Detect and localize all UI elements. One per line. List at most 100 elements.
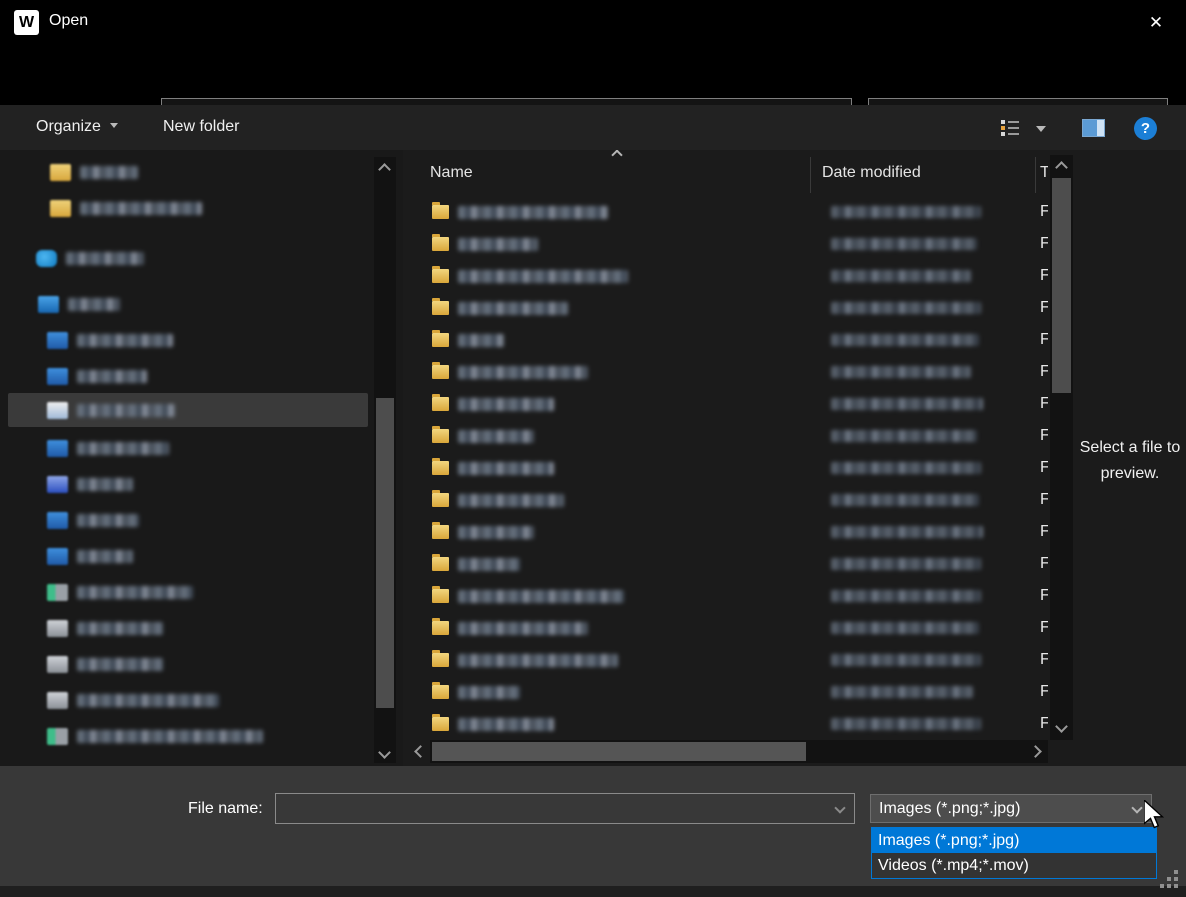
sidebar-item-label-redacted bbox=[77, 404, 175, 417]
sidebar-item[interactable] bbox=[8, 244, 368, 272]
file-row[interactable]: F bbox=[410, 196, 1048, 228]
file-name-combobox[interactable] bbox=[275, 793, 855, 824]
file-name-input[interactable] bbox=[280, 796, 825, 821]
file-type-cell: F bbox=[1040, 363, 1048, 381]
blue-icon bbox=[47, 368, 68, 385]
sidebar-item[interactable] bbox=[8, 614, 368, 642]
file-type-cell: F bbox=[1040, 395, 1048, 413]
scroll-left-icon[interactable] bbox=[414, 745, 427, 758]
file-type-select[interactable]: Images (*.png;*.jpg) bbox=[870, 794, 1152, 823]
sidebar-item[interactable] bbox=[8, 434, 368, 462]
file-row[interactable]: F bbox=[410, 708, 1048, 740]
menu-item-videos[interactable]: Videos (*.mp4;*.mov) bbox=[872, 853, 1156, 878]
file-name-dropdown-chevron-icon[interactable] bbox=[834, 802, 845, 813]
view-options-chevron-icon[interactable] bbox=[1036, 126, 1046, 132]
folder-icon bbox=[50, 164, 71, 181]
dialog-content: Name Date modified Ty FFFFFFFFFFFFFFFFF … bbox=[0, 150, 1186, 766]
sidebar-item-label-redacted bbox=[68, 298, 120, 311]
sidebar-item[interactable] bbox=[8, 158, 368, 186]
date-modified-redacted bbox=[831, 238, 977, 250]
sidebar-item[interactable] bbox=[8, 194, 368, 222]
sidebar-item[interactable] bbox=[8, 290, 368, 318]
column-name[interactable]: Name bbox=[430, 164, 473, 182]
blue-icon bbox=[47, 332, 68, 349]
date-modified-redacted bbox=[831, 494, 979, 506]
file-row[interactable]: F bbox=[410, 644, 1048, 676]
list-scrollbar-thumb[interactable] bbox=[1052, 178, 1071, 393]
file-row[interactable]: F bbox=[410, 548, 1048, 580]
sidebar-item-label-redacted bbox=[77, 550, 133, 563]
date-modified-redacted bbox=[831, 206, 981, 218]
help-icon[interactable]: ? bbox=[1134, 117, 1157, 140]
file-row[interactable]: F bbox=[410, 324, 1048, 356]
file-row[interactable]: F bbox=[410, 388, 1048, 420]
column-type[interactable]: Ty bbox=[1040, 164, 1048, 182]
sidebar-item[interactable] bbox=[8, 722, 368, 750]
new-folder-button[interactable]: New folder bbox=[163, 118, 239, 136]
sidebar-item[interactable] bbox=[8, 362, 368, 390]
folder-icon bbox=[432, 621, 449, 635]
sidebar-item-label-redacted bbox=[77, 478, 133, 491]
sidebar-item-label-redacted bbox=[77, 622, 163, 635]
file-type-cell: F bbox=[1040, 619, 1048, 637]
horizontal-scrollbar-thumb[interactable] bbox=[432, 742, 806, 761]
file-row[interactable]: F bbox=[410, 292, 1048, 324]
file-row[interactable]: F bbox=[410, 676, 1048, 708]
file-row[interactable]: F bbox=[410, 420, 1048, 452]
preview-pane: Select a file to preview. bbox=[1074, 150, 1186, 766]
file-type-cell: F bbox=[1040, 715, 1048, 733]
dialog-footer: File name: Images (*.png;*.jpg) Images (… bbox=[0, 766, 1186, 886]
details-view-icon[interactable] bbox=[1000, 118, 1020, 138]
file-row[interactable]: F bbox=[410, 260, 1048, 292]
file-row[interactable]: F bbox=[410, 228, 1048, 260]
file-row[interactable]: F bbox=[410, 452, 1048, 484]
file-type-cell: F bbox=[1040, 555, 1048, 573]
sidebar-item[interactable] bbox=[8, 470, 368, 498]
file-row[interactable]: F bbox=[410, 484, 1048, 516]
disk-green-icon bbox=[47, 584, 68, 601]
sidebar-item[interactable] bbox=[8, 393, 368, 427]
folder-icon bbox=[432, 493, 449, 507]
file-row[interactable]: F bbox=[410, 356, 1048, 388]
date-modified-redacted bbox=[831, 302, 981, 314]
preview-pane-icon[interactable] bbox=[1082, 119, 1105, 137]
folder-icon bbox=[432, 269, 449, 283]
resize-grip-icon[interactable] bbox=[1160, 870, 1181, 891]
sidebar-item[interactable] bbox=[8, 650, 368, 678]
preview-message: Select a file to preview. bbox=[1074, 435, 1186, 487]
column-divider[interactable] bbox=[810, 157, 811, 193]
sidebar-item-label-redacted bbox=[66, 252, 144, 265]
organize-button[interactable]: Organize bbox=[36, 118, 118, 136]
sidebar-item[interactable] bbox=[8, 578, 368, 606]
file-type-cell: F bbox=[1040, 267, 1048, 285]
file-row[interactable]: F bbox=[410, 612, 1048, 644]
menu-item-images[interactable]: Images (*.png;*.jpg) bbox=[872, 828, 1156, 853]
file-name-redacted bbox=[458, 718, 554, 731]
sidebar-scrollbar-thumb[interactable] bbox=[376, 398, 394, 708]
date-modified-redacted bbox=[831, 622, 979, 634]
file-type-cell: F bbox=[1040, 651, 1048, 669]
date-modified-redacted bbox=[831, 526, 983, 538]
date-modified-redacted bbox=[831, 430, 977, 442]
sidebar-item[interactable] bbox=[8, 542, 368, 570]
file-type-cell: F bbox=[1040, 491, 1048, 509]
folder-icon bbox=[432, 365, 449, 379]
column-divider[interactable] bbox=[1035, 157, 1036, 193]
sidebar-item[interactable] bbox=[8, 506, 368, 534]
file-name-redacted bbox=[458, 686, 520, 699]
date-modified-redacted bbox=[831, 334, 979, 346]
file-name-redacted bbox=[458, 398, 554, 411]
disk-icon bbox=[47, 656, 68, 673]
sort-ascending-icon bbox=[611, 150, 622, 161]
folder-icon bbox=[432, 429, 449, 443]
close-icon[interactable]: ✕ bbox=[1142, 11, 1170, 35]
column-date-modified[interactable]: Date modified bbox=[822, 164, 921, 182]
file-row[interactable]: F bbox=[410, 516, 1048, 548]
sidebar-item[interactable] bbox=[8, 686, 368, 714]
music-icon bbox=[47, 476, 68, 493]
sidebar-item[interactable] bbox=[8, 326, 368, 354]
date-modified-redacted bbox=[831, 686, 973, 698]
file-name-redacted bbox=[458, 238, 538, 251]
file-row[interactable]: F bbox=[410, 580, 1048, 612]
folder-icon bbox=[432, 397, 449, 411]
